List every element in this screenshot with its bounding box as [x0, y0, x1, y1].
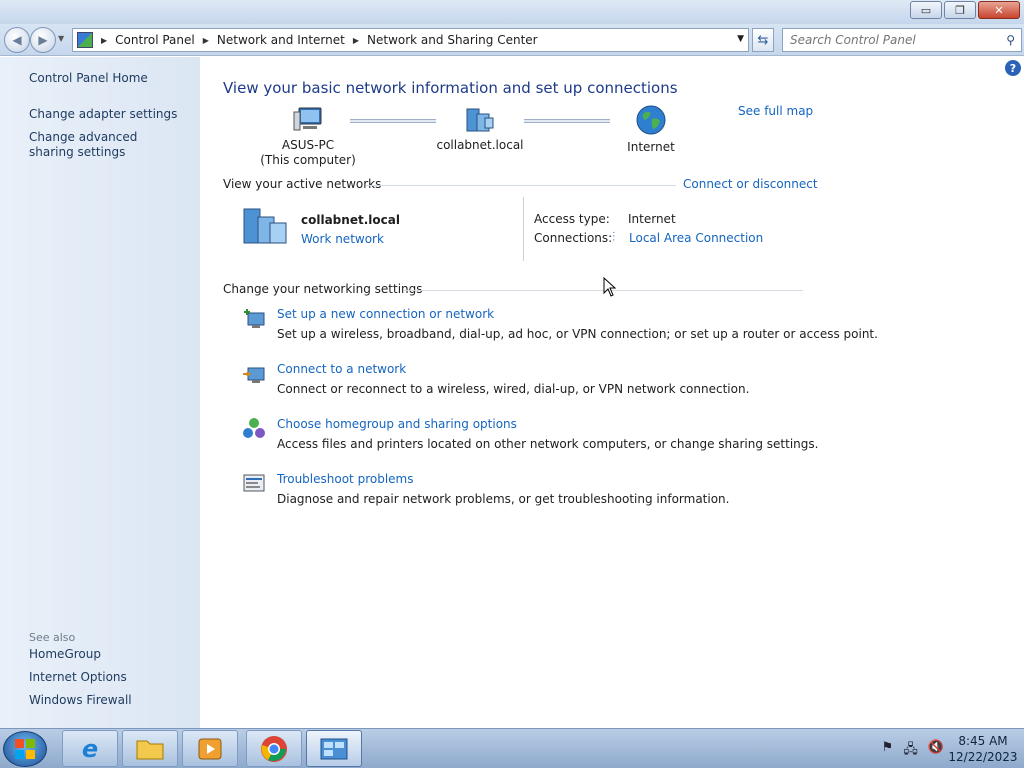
system-clock[interactable]: 8:45 AM 12/22/2023	[948, 733, 1018, 765]
network-tray-icon[interactable]: 🖧	[903, 740, 918, 762]
see-also-internet-options[interactable]: Internet Options	[29, 670, 127, 685]
navigation-bar: ◀ ▶ ▼ ▶ Control Panel ▶ Network and Inte…	[0, 24, 1024, 56]
media-player-icon	[198, 738, 222, 759]
internet-explorer-icon: e	[81, 734, 99, 763]
map-node-internet[interactable]: Internet	[610, 104, 692, 155]
computer-subtitle: (This computer)	[260, 153, 356, 167]
homegroup-icon	[243, 418, 265, 438]
taskbar-internet-explorer[interactable]: e	[62, 730, 118, 767]
connect-or-disconnect-link[interactable]: Connect or disconnect	[683, 177, 818, 191]
forward-arrow-icon: ▶	[38, 33, 48, 47]
windows-logo-icon	[15, 739, 35, 759]
breadcrumb-network-and-internet[interactable]: Network and Internet	[217, 33, 345, 47]
task-title[interactable]: Choose homegroup and sharing options	[277, 417, 517, 431]
control-panel-icon	[77, 32, 93, 48]
task-description: Access files and printers located on oth…	[277, 437, 819, 451]
page-title: View your basic network information and …	[223, 79, 678, 97]
network-icon	[466, 108, 494, 132]
help-icon[interactable]: ?	[1005, 60, 1021, 76]
chrome-icon	[261, 735, 287, 762]
see-also-homegroup[interactable]: HomeGroup	[29, 647, 101, 662]
taskbar-media-player[interactable]	[182, 730, 238, 767]
action-center-flag-icon[interactable]: ⚑	[882, 740, 894, 762]
see-also-label: See also	[29, 631, 76, 644]
search-box[interactable]: ⚲	[782, 28, 1022, 52]
clock-date: 12/22/2023	[948, 750, 1018, 764]
back-arrow-icon: ◀	[12, 33, 22, 47]
task-title[interactable]: Set up a new connection or network	[277, 307, 494, 321]
window-controls: ▭ ❐ ✕	[910, 1, 1020, 19]
address-bar[interactable]: ▶ Control Panel ▶ Network and Internet ▶…	[72, 28, 749, 52]
breadcrumb-arrow-icon[interactable]: ▶	[203, 36, 209, 45]
globe-icon	[636, 105, 666, 135]
start-button[interactable]	[3, 731, 47, 767]
active-networks-label: View your active networks	[223, 177, 382, 191]
task-description: Set up a wireless, broadband, dial-up, a…	[277, 327, 878, 341]
network-name: collabnet.local	[436, 138, 524, 152]
task-title[interactable]: Connect to a network	[277, 362, 406, 376]
divider	[366, 185, 676, 186]
map-node-computer[interactable]: ASUS-PC (This computer)	[260, 106, 356, 168]
volume-muted-icon[interactable]: 🔇	[928, 740, 944, 762]
taskbar-control-panel[interactable]	[306, 730, 362, 767]
refresh-button[interactable]: ⇆	[752, 28, 774, 52]
network-large-icon	[243, 208, 287, 244]
troubleshoot-icon	[243, 474, 265, 492]
networking-settings-label: Change your networking settings	[223, 282, 423, 296]
main-content: ? View your basic network information an…	[200, 57, 1024, 728]
computer-icon	[293, 107, 322, 131]
close-button[interactable]: ✕	[978, 1, 1020, 19]
refresh-icon: ⇆	[757, 32, 769, 48]
mouse-cursor-icon	[603, 277, 617, 297]
title-bar: ▭ ❐ ✕	[0, 0, 1024, 24]
connection-line	[524, 119, 610, 123]
sidebar-change-adapter-settings[interactable]: Change adapter settings	[29, 107, 177, 122]
divider	[523, 197, 524, 261]
taskbar-chrome[interactable]	[246, 730, 302, 767]
search-icon[interactable]: ⚲	[1006, 33, 1015, 47]
see-also-windows-firewall[interactable]: Windows Firewall	[29, 693, 132, 708]
breadcrumb-arrow-icon[interactable]: ▶	[101, 36, 107, 45]
clock-time: 8:45 AM	[958, 734, 1008, 748]
sidebar-change-advanced-sharing[interactable]: Change advanced sharing settings	[29, 130, 179, 160]
connect-network-icon	[243, 367, 265, 383]
forward-button[interactable]: ▶	[30, 27, 56, 53]
folder-icon	[136, 740, 164, 759]
system-tray: ⚑ 🖧 🔇	[882, 740, 944, 762]
restore-button[interactable]: ❐	[944, 1, 976, 19]
taskbar-file-explorer[interactable]	[122, 730, 178, 767]
new-connection-icon	[244, 309, 265, 328]
recent-pages-dropdown[interactable]: ▼	[58, 34, 68, 46]
breadcrumb-arrow-icon[interactable]: ▶	[353, 36, 359, 45]
map-node-network[interactable]: collabnet.local	[430, 106, 530, 153]
breadcrumb-network-and-sharing-center[interactable]: Network and Sharing Center	[367, 33, 538, 47]
back-button[interactable]: ◀	[4, 27, 30, 53]
see-full-map-link[interactable]: See full map	[738, 104, 813, 118]
sidebar: Control Panel Home Change adapter settin…	[0, 57, 200, 728]
access-type-value: Internet	[628, 212, 676, 226]
active-network-name: collabnet.local	[301, 213, 400, 227]
task-title[interactable]: Troubleshoot problems	[277, 472, 413, 486]
network-type-link[interactable]: Work network	[301, 232, 384, 246]
minimize-button[interactable]: ▭	[910, 1, 942, 19]
breadcrumb-control-panel[interactable]: Control Panel	[115, 33, 195, 47]
access-type-label: Access type:	[534, 212, 610, 226]
task-description: Diagnose and repair network problems, or…	[277, 492, 730, 506]
task-description: Connect or reconnect to a wireless, wire…	[277, 382, 750, 396]
address-dropdown-icon[interactable]: ▼	[737, 34, 744, 44]
taskbar: e ⚑ 🖧 🔇 8:45 AM 12/22/2023	[0, 728, 1024, 768]
internet-label: Internet	[627, 140, 675, 154]
connection-line	[350, 119, 436, 123]
sidebar-control-panel-home[interactable]: Control Panel Home	[29, 71, 148, 86]
connections-label: Connections:	[534, 231, 613, 245]
computer-name: ASUS-PC	[281, 138, 335, 152]
search-input[interactable]	[790, 33, 990, 47]
ethernet-icon: ⫶	[612, 230, 616, 245]
control-panel-icon	[320, 738, 348, 759]
local-area-connection-link[interactable]: Local Area Connection	[629, 231, 763, 245]
